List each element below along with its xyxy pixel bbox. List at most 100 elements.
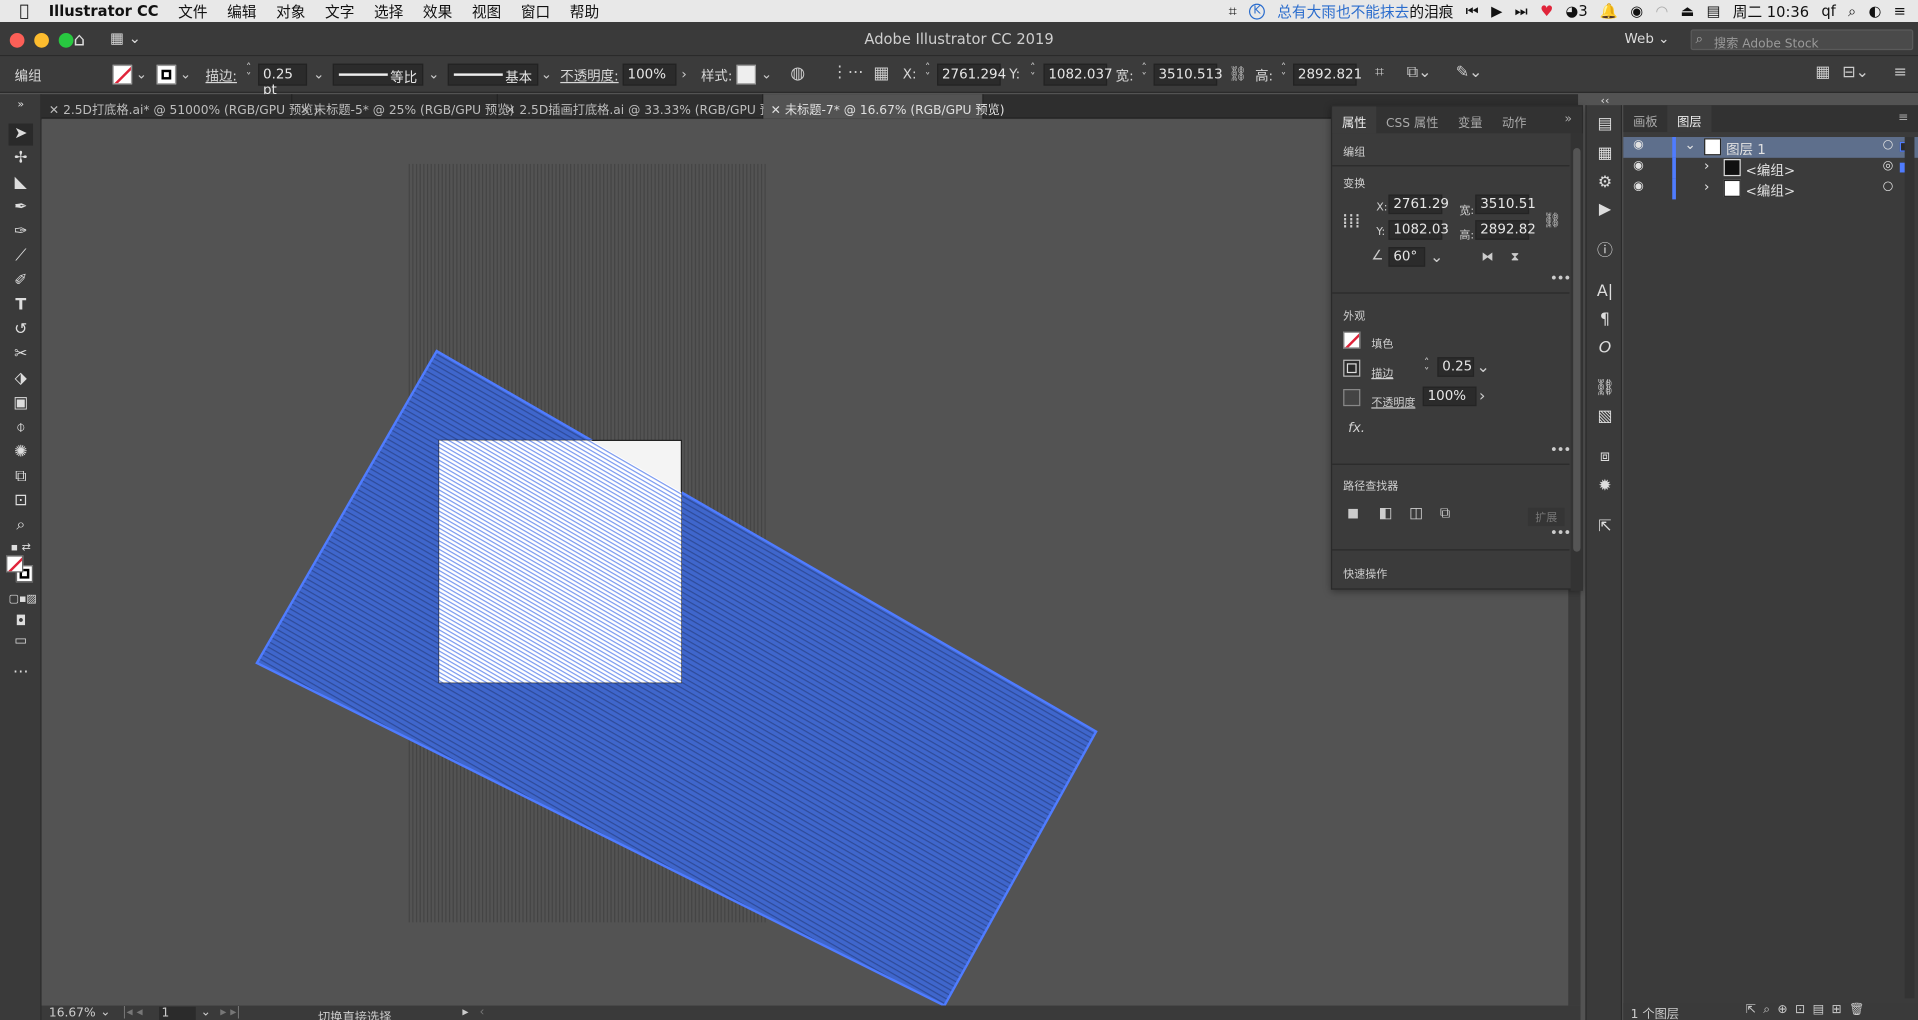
app-menu[interactable]: Illustrator CC [39,2,168,19]
isolate-icon[interactable]: ⧉⌄ [1407,64,1432,82]
height-field[interactable]: 2892.82 [1475,220,1536,240]
stroke-swatch[interactable] [1343,359,1361,377]
layers-menu-icon[interactable]: ≡ [1888,105,1918,132]
unite-icon[interactable]: ◼ [1347,504,1359,521]
opacity-label[interactable]: 不透明度: [560,66,618,86]
x-stepper-icon[interactable]: ˄ ˅ [925,63,931,84]
style-dropdown-icon[interactable]: ⌄ [761,66,772,82]
width-input[interactable]: 3510.513 [1153,63,1223,86]
panel-layout-icon[interactable]: ⊟⌄ [1842,64,1869,82]
artboard-tool-icon[interactable]: ⊡ [9,491,33,513]
expand-chevron-icon[interactable]: › [1704,158,1709,174]
height-stepper-icon[interactable]: ˄ ˅ [1281,63,1287,84]
recolor-icon[interactable]: ◍ [790,64,805,84]
direct-select-arrow-icon[interactable]: ◣ [9,172,33,194]
wechat-icon[interactable]: ◕3 [1565,2,1587,19]
arrange-docs-icon[interactable]: ▦ [1815,64,1830,82]
workspace-select[interactable]: Web ⌄ [1625,31,1670,47]
type-tool-icon[interactable]: T [9,295,33,317]
gradient-tool-icon[interactable]: ▣ [9,393,33,415]
stroke-swatch[interactable] [156,64,177,85]
rotate-angle-field[interactable]: 60° [1388,247,1426,267]
document-info-icon[interactable]: ▧ [1593,406,1617,428]
pen-tool-icon[interactable]: ✒ [9,197,33,219]
brush-dropdown-icon[interactable]: ⌄ [541,66,552,82]
layer-row[interactable]: ◉ ⌄ 图层 1 ○ [1623,137,1918,158]
heart-icon[interactable]: ♥ [1540,2,1553,19]
siri-icon[interactable]: ◐ [1869,2,1882,19]
character-icon[interactable]: A| [1593,281,1617,303]
export-icon[interactable]: ⇱ [1593,516,1617,538]
eye-icon[interactable]: ◉ [1633,180,1644,193]
tab-actions[interactable]: 动作 [1492,106,1536,133]
k-icon[interactable]: K [1249,3,1265,19]
flip-vertical-icon[interactable]: ⧗ [1511,251,1520,264]
eye-icon[interactable]: ◉ [1633,159,1644,172]
layers-scrollbar[interactable] [1904,137,1915,999]
tab-properties[interactable]: 属性 [1332,106,1377,134]
more-options-icon[interactable]: ••• [1550,442,1571,458]
selection-tool-icon[interactable]: ➤ [8,123,34,146]
tab-variables[interactable]: 变量 [1448,106,1492,133]
layer-name[interactable]: <编组> [1746,160,1795,180]
play-icon[interactable]: ▶ [1491,2,1502,19]
stroke-dropdown-icon[interactable]: ⌄ [1477,358,1490,376]
color-mode-icon[interactable]: ▢▪▨ [9,588,37,610]
collapse-arrows-icon[interactable]: ‹‹ [1593,91,1617,113]
status-menu-icon[interactable]: ▸ [462,1006,468,1019]
stroke-label[interactable]: 描边 [1371,365,1393,380]
more-options-icon[interactable]: ••• [1550,270,1571,286]
screen-mode-icon[interactable]: ▭ [9,630,33,652]
flip-horizontal-icon[interactable]: ⧓ [1481,251,1493,264]
transform-icon[interactable]: ⌗ [1375,64,1384,82]
x-field[interactable]: 2761.29 [1388,194,1449,215]
exclude-icon[interactable]: ⧉ [1440,504,1450,522]
more-tools-icon[interactable]: ⋯ [9,662,33,684]
list-icon[interactable]: ≡ [1894,2,1906,19]
links-icon[interactable]: ⛓ [1593,378,1617,400]
opacity-input[interactable]: 100% [622,63,677,86]
stock-search-input[interactable]: 搜索 Adobe Stock [1690,29,1914,51]
scroll-left-icon[interactable]: ‹ [480,1006,485,1019]
angle-dropdown-icon[interactable]: ⌄ [1430,248,1443,266]
stroke-stepper-icon[interactable]: ˄ ˅ [246,63,252,84]
menu-help[interactable]: 帮助 [560,1,609,22]
y-stepper-icon[interactable]: ˄ ˅ [1030,63,1036,84]
fill-label[interactable]: 填色 [1371,335,1393,351]
apple-icon[interactable]:  [0,2,39,20]
eject-icon[interactable]: ⏏ [1681,2,1695,19]
target-icon[interactable]: ○ [1883,180,1894,193]
opacity-arrow-icon[interactable]: › [1479,388,1485,406]
close-icon[interactable]: ✕ [49,104,63,117]
fill-swatch[interactable] [1343,331,1361,349]
next-artboard-icon[interactable]: ▸ ▸| [220,1006,240,1019]
tab-artboards[interactable]: 画板 [1623,105,1667,132]
properties-scrollbar[interactable] [1570,133,1583,591]
eye-icon[interactable]: ◉ [1633,138,1644,151]
rotate-tool-icon[interactable]: ↺ [9,319,33,341]
blend-tool-icon[interactable]: ⧉ [9,466,33,488]
now-playing[interactable]: 总有大雨也不能抹去的泪痕 [1277,1,1453,22]
close-icon[interactable]: ✕ [300,104,314,117]
paragraph-icon[interactable]: ¶ [1593,309,1617,331]
next-track-icon[interactable]: ⏭ [1515,2,1528,20]
opacity-arrow-icon[interactable]: › [681,66,686,82]
asset-export-icon[interactable]: ⚙ [1593,172,1617,194]
layer-name[interactable]: <编组> [1746,181,1795,201]
stroke-label[interactable]: 描边: [206,66,237,86]
variable-width-profile[interactable]: 等比 [332,63,424,86]
panel-collapse-icon[interactable]: » [1555,106,1582,133]
first-artboard-icon[interactable]: |◂ ◂ [122,1006,142,1019]
width-stepper-icon[interactable]: ˄ ˅ [1141,63,1147,84]
menu-file[interactable]: 文件 [168,1,217,22]
opentype-icon[interactable]: O [1593,338,1617,360]
menu-type[interactable]: 文字 [315,1,364,22]
shape-builder-tool-icon[interactable]: ⬗ [9,368,33,390]
close-icon[interactable]: ✕ [505,104,519,117]
stroke-weight-dropdown-icon[interactable]: ⌄ [313,66,324,82]
edit-toolbar-icon[interactable]: ✎⌄ [1456,64,1483,82]
footer-actions-icon[interactable]: ⇱⌕⊕⊡▤⊞🗑 [1746,1003,1872,1016]
symbol-sprayer-tool-icon[interactable]: ✺ [9,442,33,464]
reference-point-icon[interactable]: ⁞⁞⁞ [1342,209,1361,232]
zoom-level[interactable]: 16.67% [49,1007,96,1020]
